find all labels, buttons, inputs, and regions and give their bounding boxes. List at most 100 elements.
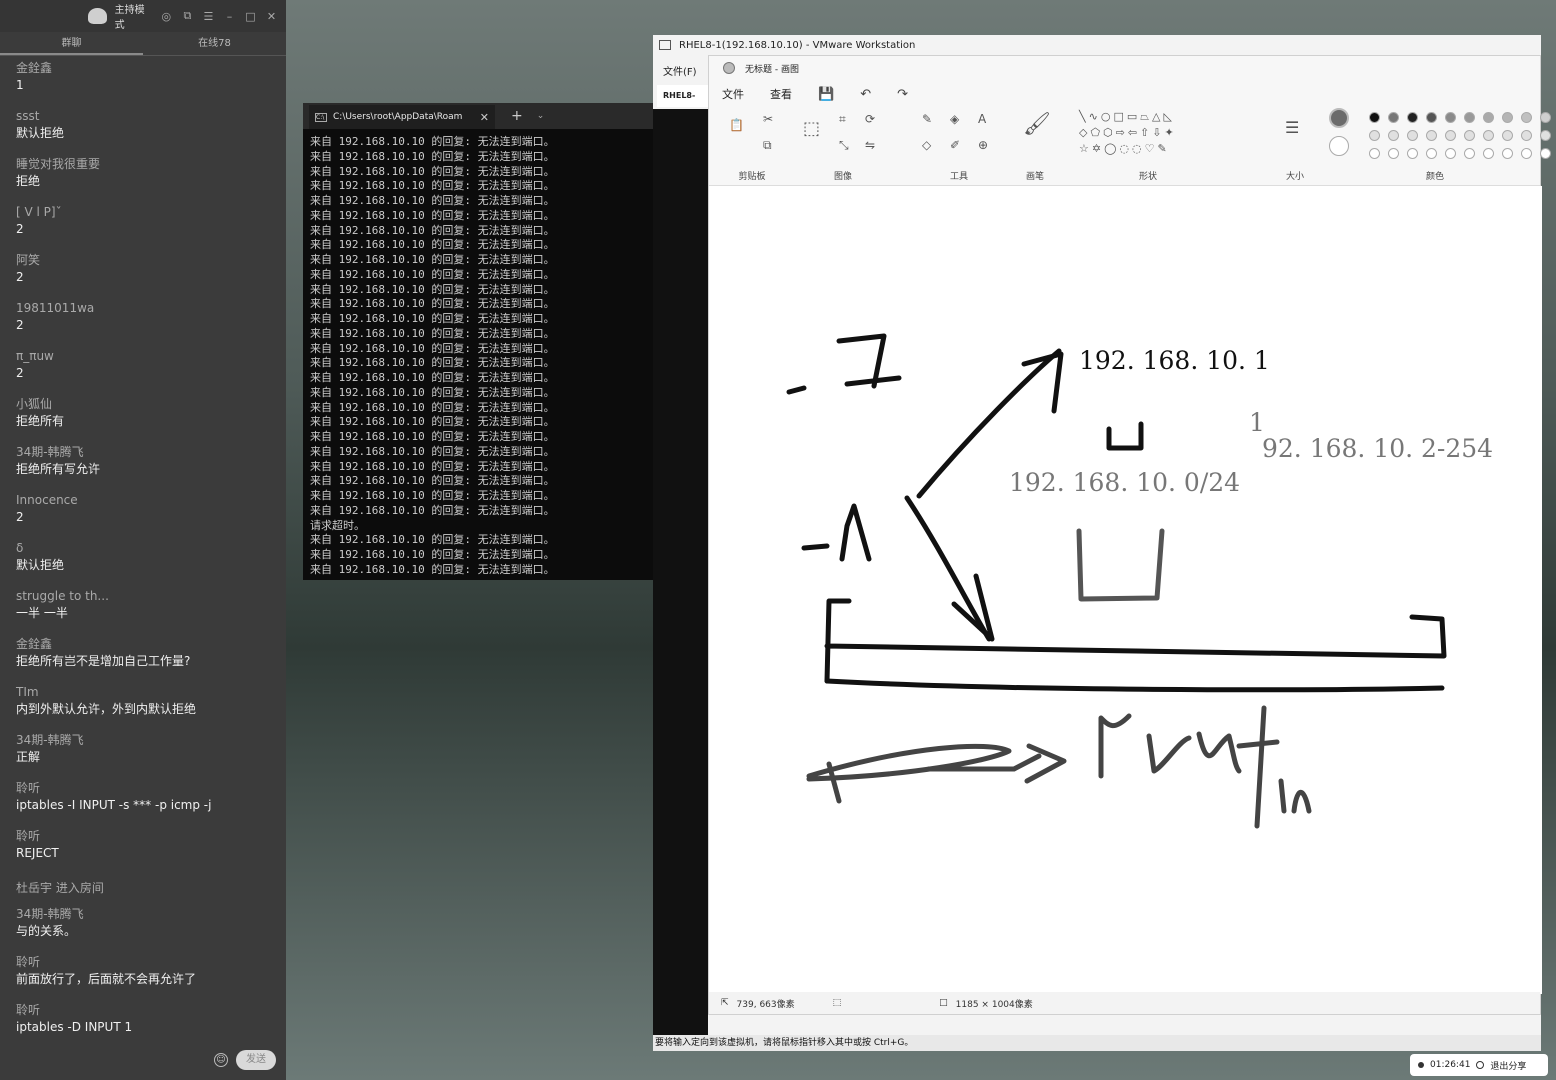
message-text: 正解	[16, 750, 41, 764]
menu-icon[interactable]: ☰	[202, 10, 215, 23]
maximize-icon[interactable]: □	[244, 10, 257, 23]
terminal-line: 来自 192.168.10.10 的回复: 无法连到端口。	[310, 135, 555, 148]
fill-icon[interactable]: ◈	[950, 112, 959, 126]
chat-message: 小狐仙 拒绝所有	[16, 394, 270, 442]
message-text: 前面放行了，后面就不会再允许了	[16, 972, 197, 986]
terminal-tab[interactable]: C:\ C:\Users\root\AppData\Roam ✕	[309, 105, 495, 129]
flip-icon[interactable]: ⇋	[865, 138, 875, 152]
resize-icon[interactable]: ⤡	[839, 138, 849, 153]
group-image: ⬚ ⌗ ⟳ ⤡ ⇋ 图像	[795, 108, 891, 186]
color-swatch[interactable]	[1540, 148, 1551, 159]
color-picker-icon[interactable]: ✐	[950, 138, 960, 152]
brush-icon[interactable]: 🖌	[1023, 112, 1051, 137]
new-tab-icon[interactable]: +	[511, 108, 523, 124]
message-text: iptables -D INPUT 1	[16, 1020, 133, 1034]
message-text: 拒绝所有岂不是增加自己工作量?	[16, 654, 191, 668]
secondary-color-swatch[interactable]	[1329, 136, 1349, 156]
terminal-line: 来自 192.168.10.10 的回复: 无法连到端口。	[310, 194, 555, 207]
tab-online[interactable]: 在线78	[143, 32, 286, 55]
settings-icon[interactable]: ◎	[160, 10, 173, 23]
copy-icon[interactable]: ⧉	[763, 138, 772, 153]
cut-icon[interactable]: ✂	[763, 112, 773, 126]
vm-screen[interactable]	[653, 109, 708, 1035]
chat-message: 睡觉对我很重要 拒绝	[16, 154, 270, 202]
magnifier-icon[interactable]: ⊕	[978, 138, 988, 152]
color-swatch[interactable]	[1521, 130, 1532, 141]
primary-color-swatch[interactable]	[1329, 108, 1349, 128]
message-text: 一半 一半	[16, 606, 68, 620]
tab-group-chat[interactable]: 群聊	[0, 32, 143, 55]
paint-app-icon	[723, 62, 735, 74]
shapes-row1-icon[interactable]: ╲∿○□▭⏢△◺	[1079, 110, 1175, 124]
color-swatch[interactable]	[1426, 112, 1437, 123]
color-swatch[interactable]	[1502, 130, 1513, 141]
minimize-icon[interactable]: –	[223, 10, 236, 23]
group-label-clipboard: 剪贴板	[738, 172, 766, 182]
shapes-row3-icon[interactable]: ☆✡◯◌◌♡✎	[1079, 142, 1170, 155]
color-swatch[interactable]	[1521, 148, 1532, 159]
color-swatch[interactable]	[1407, 130, 1418, 141]
emoji-icon[interactable]: ☺	[214, 1053, 228, 1067]
color-swatch[interactable]	[1483, 130, 1494, 141]
popout-icon[interactable]: ⧉	[181, 9, 194, 23]
chevron-down-icon[interactable]: ⌄	[537, 111, 545, 121]
save-icon[interactable]: 💾	[818, 87, 834, 102]
crop-icon[interactable]: ⌗	[839, 112, 846, 127]
color-swatch[interactable]	[1464, 148, 1475, 159]
size-icon[interactable]: ☰	[1285, 118, 1299, 137]
color-swatch[interactable]	[1540, 130, 1551, 141]
share-timer: 01:26:41	[1430, 1060, 1471, 1070]
send-button[interactable]: 发送	[236, 1050, 276, 1070]
color-swatch[interactable]	[1483, 112, 1494, 123]
color-swatch[interactable]	[1483, 148, 1494, 159]
color-swatch[interactable]	[1369, 112, 1380, 123]
vmware-file-menu[interactable]: 文件(F)	[653, 57, 713, 81]
redo-icon[interactable]: ↷	[897, 87, 908, 102]
color-swatch[interactable]	[1407, 148, 1418, 159]
message-author: 34期-韩腾飞	[16, 445, 84, 459]
color-swatch[interactable]	[1388, 112, 1399, 123]
shapes-row2-icon[interactable]: ◇⬠⬡⇨⇦⇧⇩✦	[1079, 126, 1177, 139]
message-author: 金銓鑫	[16, 61, 53, 75]
text-icon[interactable]: A	[978, 112, 986, 126]
menu-view[interactable]: 查看	[770, 86, 792, 102]
color-swatch[interactable]	[1426, 130, 1437, 141]
paint-canvas[interactable]: 192. 168. 10. 1 1 92. 168. 10. 2-254 192…	[709, 186, 1542, 994]
color-swatch[interactable]	[1445, 130, 1456, 141]
color-swatch[interactable]	[1445, 148, 1456, 159]
stop-share-button[interactable]: 退出分享	[1490, 1059, 1526, 1072]
stop-share-icon[interactable]	[1476, 1061, 1485, 1069]
selection-icon: ⬚	[832, 998, 842, 1008]
color-swatch[interactable]	[1502, 112, 1513, 123]
paint-title: 无标题 - 画图	[745, 64, 799, 75]
color-swatch[interactable]	[1388, 130, 1399, 141]
rotate-icon[interactable]: ⟳	[865, 112, 875, 126]
color-swatch[interactable]	[1502, 148, 1513, 159]
color-swatch[interactable]	[1521, 112, 1532, 123]
vm-tab[interactable]: RHEL8-	[657, 85, 709, 107]
message-list[interactable]: 金銓鑫 1 ssst 默认拒绝 睡觉对我很重要 拒绝[ V l P]ˇ 2 阿笑 2 198110…	[0, 58, 286, 1040]
color-swatch[interactable]	[1407, 112, 1418, 123]
color-swatch[interactable]	[1540, 112, 1551, 123]
color-swatch[interactable]	[1464, 130, 1475, 141]
close-tab-icon[interactable]: ✕	[480, 111, 489, 124]
undo-icon[interactable]: ↶	[860, 87, 871, 102]
color-swatch[interactable]	[1369, 130, 1380, 141]
color-swatch[interactable]	[1426, 148, 1437, 159]
select-icon[interactable]: ⬚	[803, 118, 820, 139]
terminal-line: 来自 192.168.10.10 的回复: 无法连到端口。	[310, 297, 555, 311]
pencil-icon[interactable]: ✎	[922, 112, 932, 126]
message-author: Innocence	[16, 493, 78, 507]
host-mode-label: 主持模式	[114, 5, 145, 31]
terminal-window[interactable]: C:\ C:\Users\root\AppData\Roam ✕ + ⌄ 来自 …	[303, 103, 653, 580]
color-swatch[interactable]	[1464, 112, 1475, 123]
menu-file[interactable]: 文件	[722, 86, 744, 102]
color-swatch[interactable]	[1388, 148, 1399, 159]
eraser-icon[interactable]: ◇	[922, 138, 931, 152]
color-swatch[interactable]	[1369, 148, 1380, 159]
terminal-line: 来自 192.168.10.10 的回复: 无法连到端口。	[310, 548, 555, 561]
paste-icon[interactable]: 📋	[729, 118, 744, 132]
close-icon[interactable]: ✕	[265, 10, 278, 23]
color-swatch[interactable]	[1445, 112, 1456, 123]
terminal-line: 来自 192.168.10.10 的回复: 无法连到端口。	[310, 474, 555, 488]
